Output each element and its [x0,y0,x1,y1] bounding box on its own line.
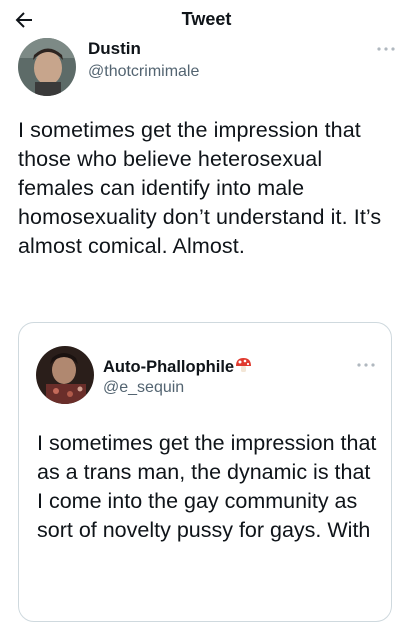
quote-author-display-name: Auto-Phallophile [103,357,252,377]
avatar[interactable] [18,38,76,96]
more-horizontal-icon[interactable] [376,45,396,53]
tweet-text: I sometimes get the impression that thos… [18,118,382,258]
mushroom-emoji-icon [236,358,252,372]
quote-author-handle: @e_sequin [103,379,185,396]
author-display-name[interactable]: Dustin [88,39,141,59]
avatar [36,346,94,404]
quoted-tweet-card[interactable]: Auto-Phallophile @e_sequin I sometimes g… [18,322,392,622]
more-horizontal-icon[interactable] [356,361,376,369]
tweet-header: Tweet [0,0,413,40]
page-title: Tweet [181,9,232,29]
quoted-tweet-text: I sometimes get the impression that as a… [37,431,377,542]
author-handle[interactable]: @thotcrimimale [88,63,199,81]
quote-author-name-text: Auto-Phallophile [103,358,235,376]
